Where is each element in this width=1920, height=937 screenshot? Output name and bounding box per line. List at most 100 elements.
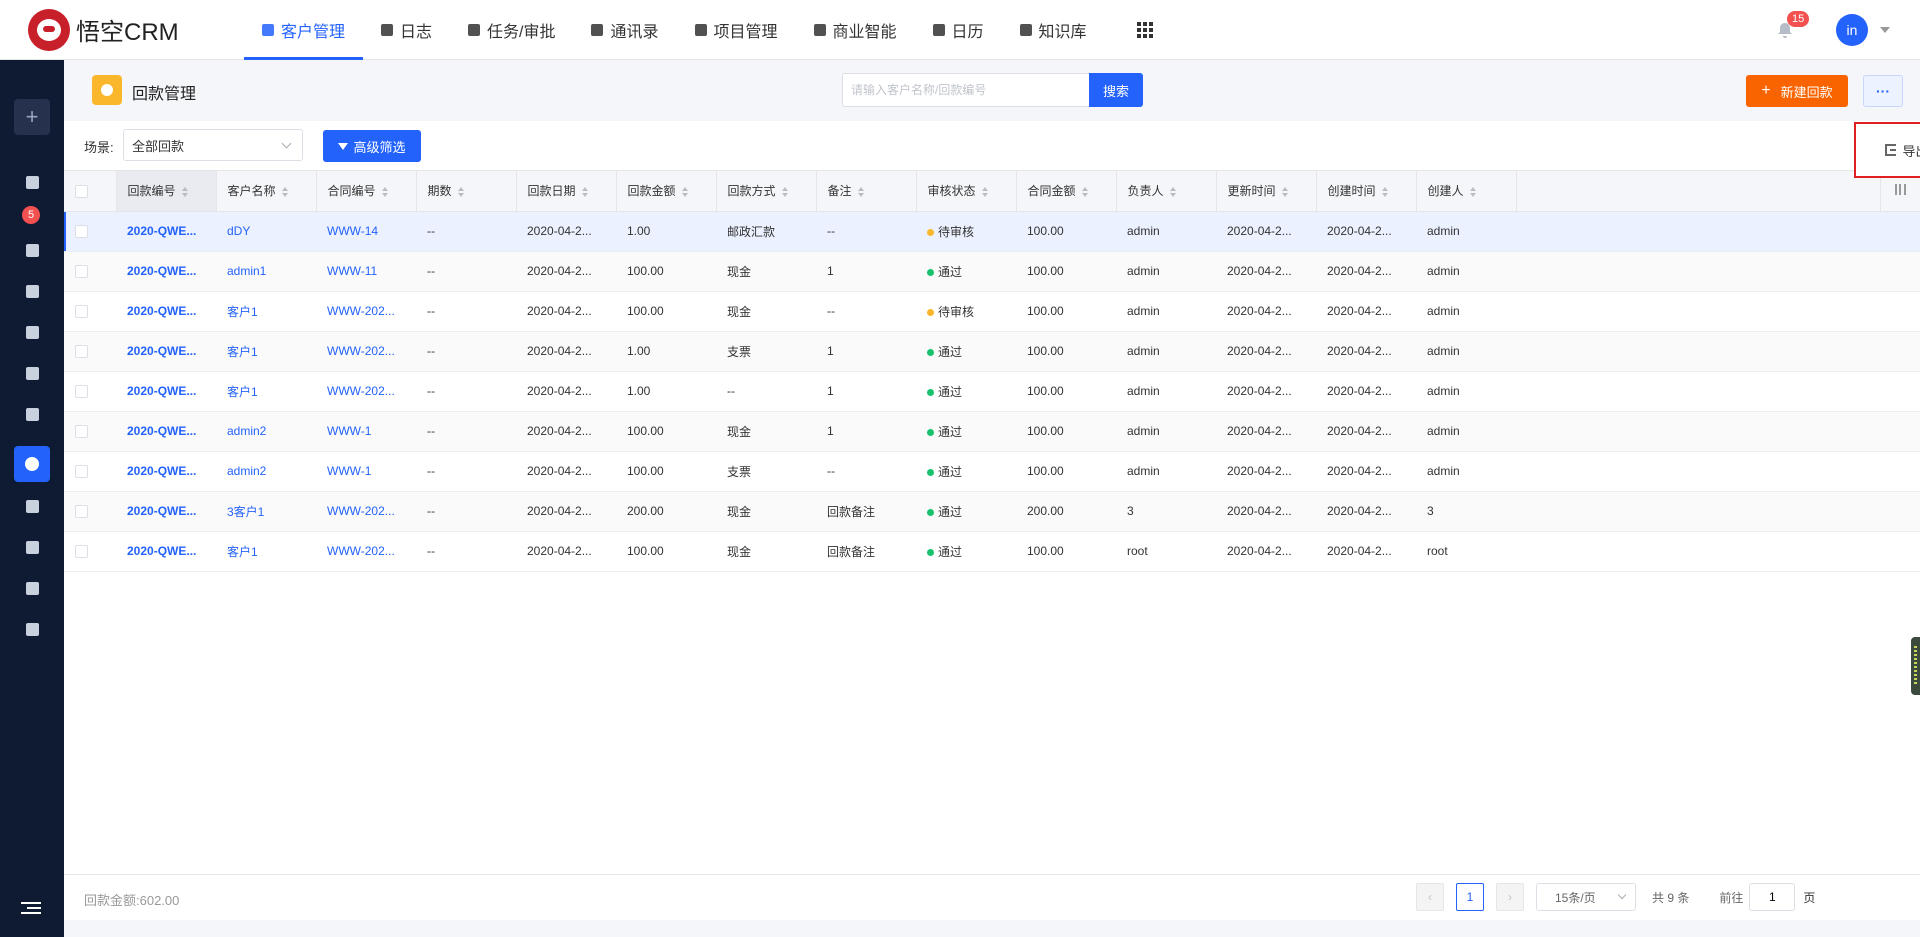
column-header[interactable]: 回款方式	[716, 171, 817, 212]
column-settings-icon[interactable]	[1894, 183, 1906, 195]
cell-customer[interactable]: admin1	[216, 251, 316, 292]
cell-code[interactable]: 2020-QWE...	[116, 491, 216, 532]
cell-code[interactable]: 2020-QWE...	[116, 251, 216, 292]
table-row[interactable]: 2020-QWE... 客户1 WWW-202... -- 2020-04-2... 1.…	[64, 331, 1920, 372]
sort-icon[interactable]	[457, 187, 464, 198]
notification-bell[interactable]: 15	[1776, 11, 1810, 39]
column-header[interactable]: 创建时间	[1316, 171, 1417, 212]
cell-customer[interactable]: 3客户1	[216, 491, 316, 532]
sidebar-send-icon[interactable]	[23, 620, 41, 638]
customer-link[interactable]: 客户1	[227, 385, 258, 399]
cell-customer[interactable]: 客户1	[216, 291, 316, 332]
table-row[interactable]: 2020-QWE... 客户1 WWW-202... -- 2020-04-2... 1.…	[64, 371, 1920, 412]
sort-icon[interactable]	[181, 187, 188, 198]
column-header[interactable]: 合同金额	[1016, 171, 1117, 212]
cell-code[interactable]: 2020-QWE...	[116, 291, 216, 332]
column-header[interactable]: 合同编号	[316, 171, 417, 212]
row-checkbox[interactable]	[75, 265, 88, 279]
quick-add-button[interactable]: +	[14, 99, 50, 135]
cell-code[interactable]: 2020-QWE...	[116, 331, 216, 372]
cell-customer[interactable]: dDY	[216, 211, 316, 252]
contract-link[interactable]: WWW-14	[327, 224, 378, 238]
receivable-code-link[interactable]: 2020-QWE...	[127, 224, 196, 238]
scene-select[interactable]: 全部回款	[123, 129, 303, 161]
nav-item-1[interactable]: 日志	[363, 0, 450, 60]
cell-contract[interactable]: WWW-202...	[316, 531, 416, 572]
page-size-select[interactable]: 15条/页	[1536, 883, 1636, 911]
contract-link[interactable]: WWW-1	[327, 464, 371, 478]
customer-link[interactable]: admin1	[227, 264, 266, 278]
column-header[interactable]: 备注	[816, 171, 917, 212]
sidebar-contacts-icon[interactable]	[23, 323, 41, 341]
table-row[interactable]: 2020-QWE... 客户1 WWW-202... -- 2020-04-2... 10…	[64, 531, 1920, 572]
cell-code[interactable]: 2020-QWE...	[116, 531, 216, 572]
sort-icon[interactable]	[1281, 187, 1288, 198]
sort-icon[interactable]	[281, 187, 288, 198]
row-checkbox[interactable]	[75, 545, 88, 559]
nav-item-2[interactable]: 任务/审批	[450, 0, 573, 60]
receivable-code-link[interactable]: 2020-QWE...	[127, 424, 196, 438]
receivable-code-link[interactable]: 2020-QWE...	[127, 464, 196, 478]
cell-contract[interactable]: WWW-1	[316, 411, 416, 452]
cell-customer[interactable]: 客户1	[216, 371, 316, 412]
nav-item-6[interactable]: 日历	[915, 0, 1002, 60]
sidebar-receivables-icon[interactable]	[14, 446, 50, 482]
sidebar-contract-icon[interactable]	[23, 405, 41, 423]
customer-link[interactable]: 客户1	[227, 545, 258, 559]
column-header[interactable]: 客户名称	[216, 171, 317, 212]
nav-item-3[interactable]: 通讯录	[573, 0, 676, 60]
goto-page-input[interactable]	[1749, 883, 1796, 911]
table-row[interactable]: 2020-QWE... admin2 WWW-1 -- 2020-04-2... 100.…	[64, 451, 1920, 492]
sidebar-visit-icon[interactable]	[23, 538, 41, 556]
table-row[interactable]: 2020-QWE... 3客户1 WWW-202... -- 2020-04-2... 2…	[64, 491, 1920, 532]
cell-customer[interactable]: admin2	[216, 411, 316, 452]
cell-code[interactable]: 2020-QWE...	[116, 451, 216, 492]
row-checkbox[interactable]	[75, 465, 88, 479]
sort-icon[interactable]	[581, 187, 588, 198]
contract-link[interactable]: WWW-202...	[327, 544, 395, 558]
table-row[interactable]: 2020-QWE... admin1 WWW-11 -- 2020-04-2... 100…	[64, 251, 1920, 292]
collapse-menu-icon[interactable]	[21, 902, 41, 916]
side-scroll-handle[interactable]	[1911, 637, 1920, 695]
contract-link[interactable]: WWW-202...	[327, 304, 395, 318]
column-header[interactable]: 回款编号	[116, 171, 217, 212]
apps-grid-button[interactable]	[1105, 0, 1171, 60]
cell-contract[interactable]: WWW-14	[316, 211, 416, 252]
cell-contract[interactable]: WWW-202...	[316, 371, 416, 412]
page-number[interactable]: 1	[1456, 883, 1484, 911]
cell-contract[interactable]: WWW-1	[316, 451, 416, 492]
sort-icon[interactable]	[681, 187, 688, 198]
contract-link[interactable]: WWW-11	[327, 264, 377, 278]
contract-link[interactable]: WWW-202...	[327, 344, 395, 358]
contract-link[interactable]: WWW-202...	[327, 504, 395, 518]
receivable-code-link[interactable]: 2020-QWE...	[127, 384, 196, 398]
sidebar-product-icon[interactable]	[23, 579, 41, 597]
search-button[interactable]: 搜索	[1089, 73, 1143, 107]
row-checkbox[interactable]	[75, 305, 88, 319]
cell-contract[interactable]: WWW-202...	[316, 291, 416, 332]
export-menu-item[interactable]: 导出	[1885, 141, 1920, 160]
contract-link[interactable]: WWW-1	[327, 424, 371, 438]
nav-item-5[interactable]: 商业智能	[796, 0, 915, 60]
customer-link[interactable]: 客户1	[227, 345, 258, 359]
sidebar-customer-icon[interactable]	[23, 282, 41, 300]
new-receivable-button[interactable]: + 新建回款	[1746, 75, 1848, 107]
cell-contract[interactable]: WWW-202...	[316, 331, 416, 372]
receivable-code-link[interactable]: 2020-QWE...	[127, 544, 196, 558]
customer-link[interactable]: 客户1	[227, 305, 258, 319]
sidebar-todo-badge[interactable]: 5	[22, 206, 40, 224]
receivable-code-link[interactable]: 2020-QWE...	[127, 264, 196, 278]
row-checkbox[interactable]	[75, 345, 88, 359]
column-header[interactable]: 期数	[416, 171, 517, 212]
cell-contract[interactable]: WWW-202...	[316, 491, 416, 532]
nav-item-4[interactable]: 项目管理	[677, 0, 796, 60]
sort-icon[interactable]	[1081, 187, 1088, 198]
cell-customer[interactable]: 客户1	[216, 331, 316, 372]
more-actions-button[interactable]: ···	[1863, 75, 1903, 107]
column-header[interactable]: 回款金额	[616, 171, 717, 212]
sort-icon[interactable]	[1381, 187, 1388, 198]
customer-link[interactable]: admin2	[227, 464, 266, 478]
sidebar-dashboard-icon[interactable]	[23, 173, 41, 191]
search-input[interactable]	[842, 73, 1092, 107]
sort-icon[interactable]	[857, 187, 864, 198]
